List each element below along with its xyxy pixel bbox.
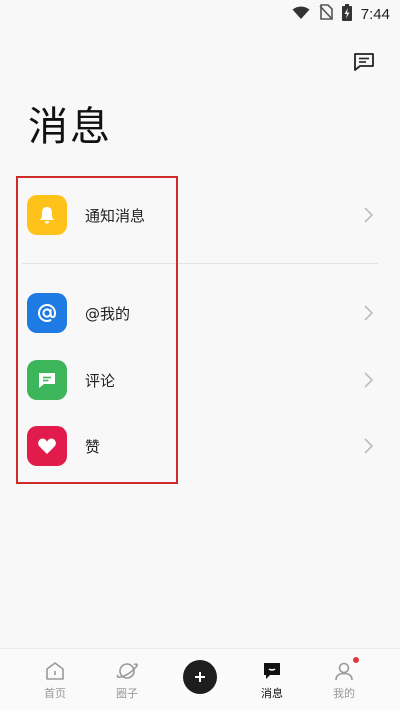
status-time: 7:44 <box>360 5 390 23</box>
status-bar: 7:44 <box>0 0 400 28</box>
add-post-button[interactable] <box>183 660 217 694</box>
notification-dot <box>353 657 359 663</box>
message-item-comments[interactable]: 评论 <box>0 350 400 410</box>
message-item-label: @我的 <box>85 304 131 323</box>
at-icon <box>27 293 67 333</box>
nav-messages[interactable]: 消息 <box>236 649 308 710</box>
divider <box>22 263 378 264</box>
message-item-notifications[interactable]: 通知消息 <box>0 185 400 245</box>
nav-messages-label: 消息 <box>261 687 283 700</box>
chevron-right-icon <box>362 371 374 389</box>
nav-circle[interactable]: 圈子 <box>91 649 163 710</box>
plus-icon <box>195 672 205 682</box>
chevron-right-icon <box>362 304 374 322</box>
message-item-label: 赞 <box>85 437 101 456</box>
wifi-icon <box>292 5 310 24</box>
chevron-right-icon <box>362 437 374 455</box>
home-icon <box>45 660 65 682</box>
chat-icon[interactable] <box>352 50 376 74</box>
message-item-label: 通知消息 <box>85 206 146 225</box>
message-icon <box>262 660 282 682</box>
no-sim-icon <box>319 4 333 24</box>
message-item-likes[interactable]: 赞 <box>0 416 400 476</box>
comment-icon <box>27 360 67 400</box>
heart-icon <box>27 426 67 466</box>
nav-home[interactable]: 首页 <box>19 649 91 710</box>
nav-circle-label: 圈子 <box>116 687 138 700</box>
chevron-right-icon <box>362 206 374 224</box>
nav-profile[interactable]: 我的 <box>308 649 380 710</box>
profile-icon <box>334 657 359 682</box>
nav-profile-label: 我的 <box>333 687 355 700</box>
bell-icon <box>27 195 67 235</box>
planet-icon <box>116 660 138 682</box>
page-title: 消息 <box>28 104 112 150</box>
message-item-mentions[interactable]: @我的 <box>0 283 400 343</box>
nav-home-label: 首页 <box>44 687 66 700</box>
message-item-label: 评论 <box>85 371 116 390</box>
battery-charging-icon <box>341 3 352 25</box>
